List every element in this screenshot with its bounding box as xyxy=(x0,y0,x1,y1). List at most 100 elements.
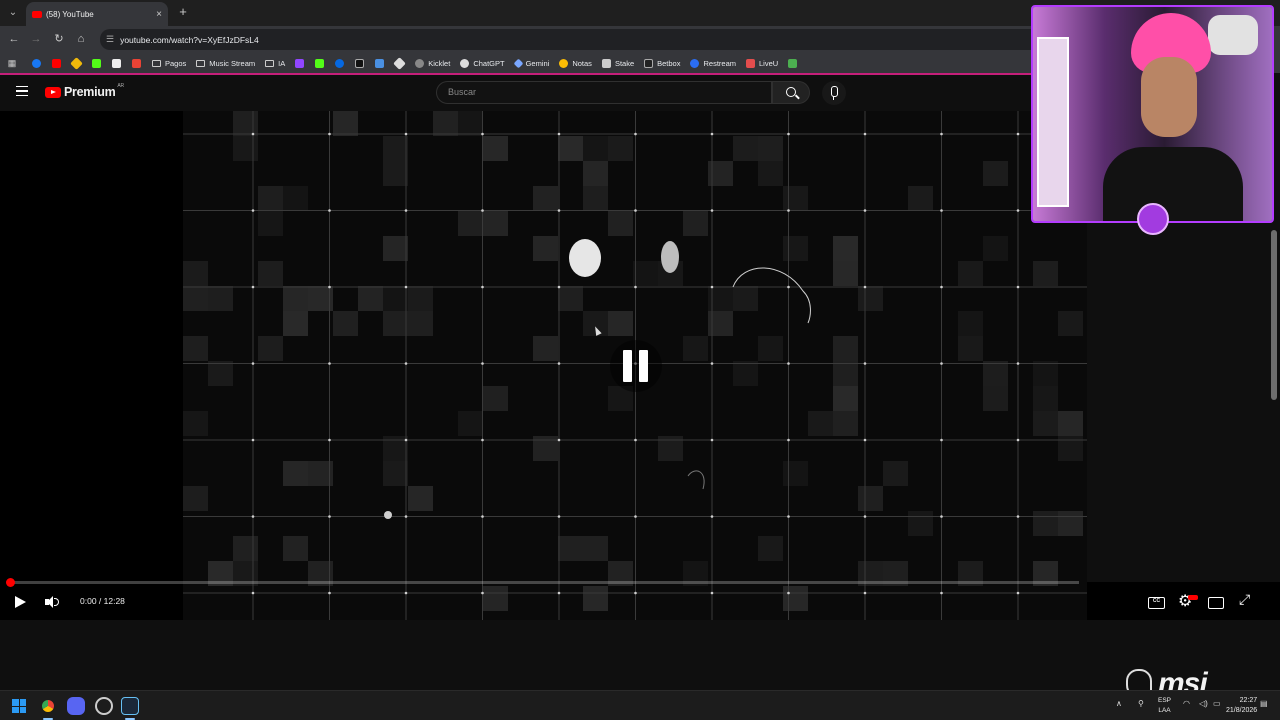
noise-block xyxy=(483,136,508,161)
url-text: youtube.com/watch?v=XyEfJzDFsL4 xyxy=(120,34,259,45)
youtube-premium-logo[interactable]: Premium AR xyxy=(45,83,124,99)
settings-taskbar-icon[interactable] xyxy=(95,697,113,715)
site-info-icon[interactable]: ☰ xyxy=(106,34,114,45)
search-input[interactable]: Buscar xyxy=(436,81,772,104)
bookmark-restream[interactable]: Restream xyxy=(690,58,736,68)
kick-dashboard-bookmark-icon[interactable] xyxy=(315,58,325,68)
home-icon[interactable]: ⌂ xyxy=(73,31,89,47)
grid-node xyxy=(481,515,484,518)
battery-icon[interactable]: ▭ xyxy=(1213,699,1221,708)
webcam-streamer-face xyxy=(1141,57,1197,137)
noise-block xyxy=(808,411,833,436)
discord-taskbar-icon[interactable] xyxy=(67,697,85,715)
grid-node xyxy=(710,209,714,212)
voice-search-mic-icon[interactable] xyxy=(822,81,846,105)
grid-node xyxy=(1016,132,1020,136)
noise-block xyxy=(983,236,1008,261)
input-language[interactable]: ESP LAA xyxy=(1158,696,1171,716)
bookmark-ia[interactable]: IA xyxy=(265,59,285,68)
tiktok-bookmark-icon[interactable] xyxy=(355,58,365,68)
grid-node xyxy=(481,132,484,136)
volume-button[interactable] xyxy=(42,592,62,612)
page-scrollbar[interactable] xyxy=(1271,230,1277,400)
kick-bookmark-icon[interactable] xyxy=(92,58,101,68)
noise-block xyxy=(558,286,583,311)
progress-bar[interactable] xyxy=(6,578,1079,587)
twitch-bookmark-icon[interactable] xyxy=(295,58,305,68)
patreon-bookmark-icon[interactable] xyxy=(112,58,121,68)
noise-block xyxy=(983,386,1008,411)
pause-indicator-icon[interactable] xyxy=(610,340,662,392)
noise-block xyxy=(458,111,483,136)
address-bar[interactable]: ☰ youtube.com/watch?v=XyEfJzDFsL4 xyxy=(100,29,1080,50)
bookmark-gemini[interactable]: Gemini xyxy=(513,58,549,68)
back-icon[interactable]: ← xyxy=(6,31,22,47)
tab-search-chevron-icon[interactable]: ⌄ xyxy=(4,4,22,22)
check-bookmark-icon[interactable] xyxy=(788,58,798,68)
bookmark-pagos[interactable]: Pagos xyxy=(152,59,186,68)
time-display: 0:00 / 12:28 xyxy=(80,596,125,606)
reload-icon[interactable]: ↻ xyxy=(51,31,67,47)
notification-icon[interactable]: ▤ xyxy=(1260,699,1268,708)
facebook-bookmark-icon[interactable] xyxy=(32,58,41,68)
noise-block xyxy=(783,236,808,261)
tab-youtube[interactable]: (58) YouTube × xyxy=(26,2,168,26)
tab-close-icon[interactable]: × xyxy=(156,9,162,20)
speaker-icon[interactable]: ◁) xyxy=(1199,699,1208,708)
gmail-bookmark-icon[interactable] xyxy=(132,58,141,68)
lang-line-1: ESP xyxy=(1158,697,1172,704)
theater-mode-button[interactable] xyxy=(1205,592,1225,612)
bookmark-liveu[interactable]: LiveU xyxy=(746,58,778,68)
grid-node xyxy=(1016,515,1020,518)
noise-block xyxy=(258,211,283,236)
apps-grid-icon[interactable]: ▦ xyxy=(6,58,18,69)
noise-block xyxy=(1033,411,1058,436)
youtube-bookmark-icon[interactable] xyxy=(52,58,61,68)
restream-icon xyxy=(690,58,700,68)
forward-icon[interactable]: → xyxy=(28,31,44,47)
binance-bookmark-icon[interactable] xyxy=(70,56,83,70)
grid-node xyxy=(634,515,637,518)
rock-shape xyxy=(661,241,679,273)
grid-node xyxy=(404,209,408,212)
tray-network-icon[interactable]: ⚲ xyxy=(1138,699,1144,708)
noise-block xyxy=(533,336,558,361)
noise-block xyxy=(458,211,483,236)
diamond-bookmark-icon[interactable] xyxy=(393,56,407,70)
grid-node xyxy=(863,362,867,365)
link-bookmark-icon[interactable] xyxy=(375,58,385,68)
bookmark-kicklet[interactable]: Kicklet xyxy=(415,58,450,68)
play-button[interactable] xyxy=(10,592,30,612)
noise-block xyxy=(483,211,508,236)
meta-bookmark-icon[interactable] xyxy=(335,58,345,68)
subtitles-button[interactable] xyxy=(1146,592,1166,612)
betbox-icon xyxy=(644,58,654,68)
search-button[interactable] xyxy=(772,81,810,104)
new-tab-button[interactable]: + xyxy=(176,4,190,20)
grid-node xyxy=(251,132,255,136)
bookmark-notas[interactable]: Notas xyxy=(559,58,592,68)
noise-block xyxy=(858,486,883,511)
stake-icon xyxy=(601,58,611,68)
tray-overflow-chevron-icon[interactable]: ∧ xyxy=(1116,699,1122,708)
video-player[interactable]: 0:00 / 12:28 xyxy=(0,111,1087,620)
progress-scrubber[interactable] xyxy=(6,578,15,587)
grid-node xyxy=(1016,209,1020,212)
grid-node xyxy=(940,438,943,442)
bookmark-betbox[interactable]: Betbox xyxy=(644,58,680,68)
settings-gear-icon[interactable] xyxy=(1176,591,1198,612)
bookmark-stake[interactable]: Stake xyxy=(601,58,634,68)
chrome-taskbar-icon[interactable] xyxy=(39,697,57,715)
windows-start-icon[interactable] xyxy=(12,699,26,713)
wifi-icon[interactable]: ◠ xyxy=(1183,699,1190,708)
grid-node xyxy=(251,591,255,595)
grid-node xyxy=(251,515,255,518)
noise-block xyxy=(283,286,308,311)
menu-icon[interactable] xyxy=(16,86,28,96)
bookmark-chatgpt[interactable]: ChatGPT xyxy=(460,58,505,68)
bookmark-music-stream[interactable]: Music Stream xyxy=(196,59,255,68)
fullscreen-button[interactable] xyxy=(1236,592,1256,612)
noise-block xyxy=(783,186,808,211)
system-clock[interactable]: 22:27 21/8/2026 xyxy=(1226,696,1257,716)
steam-taskbar-icon[interactable] xyxy=(121,697,139,715)
